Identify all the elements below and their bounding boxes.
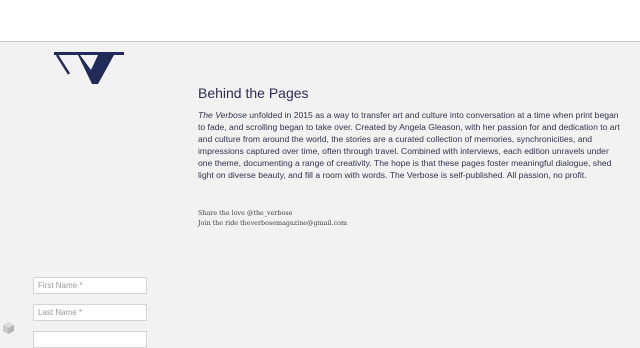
section-title: Behind the Pages	[198, 85, 309, 101]
about-body: unfolded in 2015 as a way to transfer ar…	[198, 110, 620, 180]
last-name-field[interactable]	[33, 304, 147, 321]
brand-name-italic: The Verbose	[198, 110, 247, 120]
about-paragraph: The Verbose unfolded in 2015 as a way to…	[198, 110, 620, 181]
contact-info: Share the love @the_verbose Join the rid…	[198, 208, 347, 228]
cube-icon[interactable]	[3, 322, 14, 334]
verbose-logo-icon[interactable]	[54, 52, 124, 84]
top-bar	[0, 0, 640, 42]
email-field[interactable]	[33, 331, 147, 348]
join-line: Join the ride theverbosemagazine@gmail.c…	[198, 219, 348, 227]
first-name-field[interactable]	[33, 277, 147, 294]
share-line: Share the love @the_verbose	[198, 209, 293, 217]
